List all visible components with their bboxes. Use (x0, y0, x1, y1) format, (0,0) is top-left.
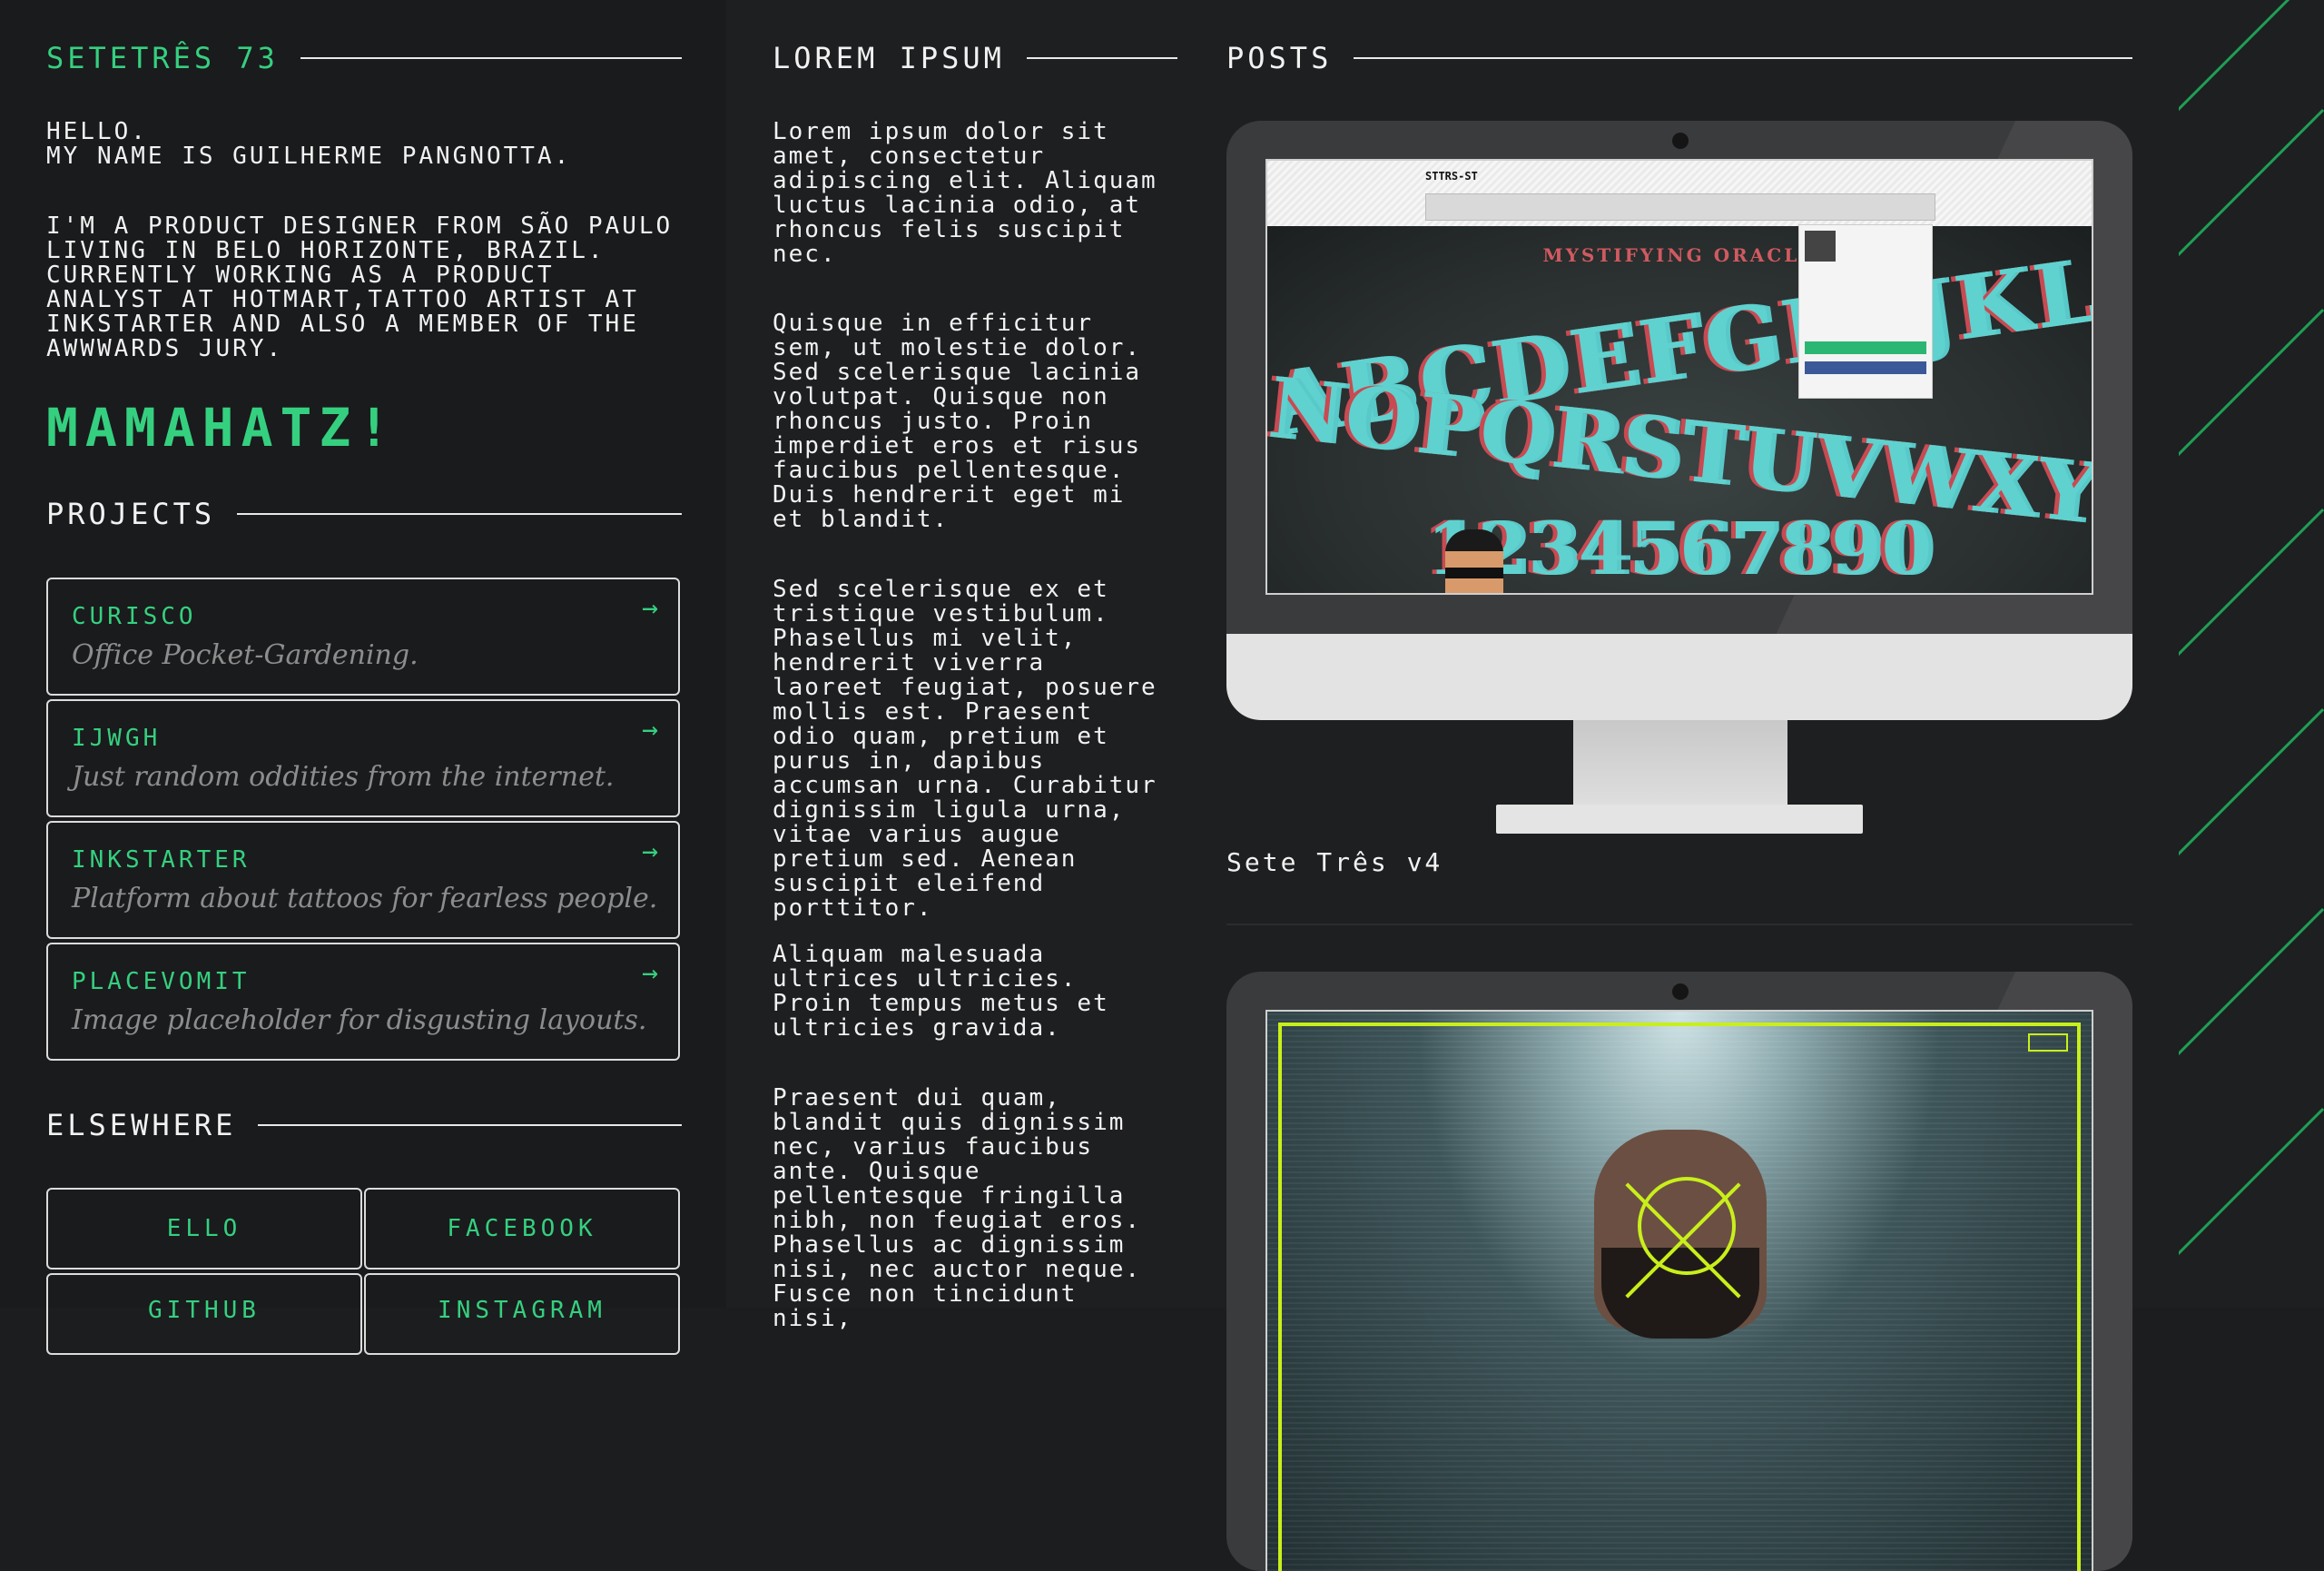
site-title-header: SETETRÊS 73 (46, 41, 682, 75)
link-facebook[interactable]: FACEBOOK (364, 1188, 680, 1270)
monitor-chin (1226, 634, 2132, 720)
greeting-line-1: HELLO. (46, 118, 148, 145)
lorem-header: LOREM IPSUM (773, 41, 1177, 75)
post-thumbnail-1[interactable]: MYSTIFYING ORACLE ABCDEFGHIJKLM NOPQRSTU… (1226, 121, 2132, 838)
arrow-right-icon: → (641, 835, 658, 867)
stripe (2179, 0, 2324, 114)
monitor-bezel: MYSTIFYING ORACLE ABCDEFGHIJKLM NOPQRSTU… (1226, 121, 2132, 720)
project-name: IJWGH (72, 725, 162, 752)
browser-tabs (1425, 193, 1935, 221)
posts-heading: POSTS (1226, 41, 1333, 75)
browser-chrome: STTRS-ST (1267, 161, 2092, 226)
divider (237, 513, 682, 515)
post-thumbnail-2[interactable] (1226, 972, 2132, 1571)
project-card-placevomit[interactable]: PLACEVOMIT Image placeholder for disgust… (46, 943, 680, 1061)
project-card-ijwgh[interactable]: IJWGH Just random oddities from the inte… (46, 699, 680, 817)
arrow-right-icon: → (641, 714, 658, 746)
project-name: CURISCO (72, 603, 197, 630)
projects-heading: PROJECTS (46, 497, 216, 531)
avatar-glasses (1445, 568, 1503, 578)
lorem-paragraph-4: Aliquam malesuada ultrices ultricies. Pr… (773, 941, 1109, 1042)
project-card-curisco[interactable]: CURISCO Office Pocket-Gardening. → (46, 578, 680, 696)
avatar-hair (1445, 529, 1503, 553)
camera-icon (1672, 133, 1689, 149)
elsewhere-heading: ELSEWHERE (46, 1108, 237, 1142)
lorem-paragraph-1: Lorem ipsum dolor sit amet, consectetur … (773, 118, 1157, 268)
divider (258, 1124, 682, 1126)
camera-icon (1672, 983, 1689, 1000)
lorem-paragraph-5: Praesent dui quam, blandit quis dignissi… (773, 1084, 1142, 1332)
arrow-right-icon: → (641, 592, 658, 624)
link-instagram[interactable]: INSTAGRAM (364, 1273, 680, 1355)
project-description: Office Pocket-Gardening. (72, 639, 419, 671)
stripe (2179, 708, 2324, 858)
post-title[interactable]: Sete Três v4 (1226, 847, 1443, 877)
profile-popup (1798, 224, 1933, 399)
brand-name: MAMAHATZ! (46, 397, 398, 459)
divider (300, 57, 682, 59)
screen-frame (1278, 1023, 2081, 1571)
project-description: Platform about tattoos for fearless peop… (72, 883, 658, 914)
elsewhere-links: ELLO FACEBOOK GITHUB INSTAGRAM (46, 1188, 682, 1355)
popup-button-facebook (1805, 361, 1926, 374)
greeting: HELLO. MY NAME IS GUILHERME PANGNOTTA. (46, 120, 682, 169)
greeting-line-2: MY NAME IS GUILHERME PANGNOTTA. (46, 143, 572, 170)
stripe (2179, 109, 2324, 259)
project-name: PLACEVOMIT (72, 968, 251, 995)
project-description: Just random oddities from the internet. (72, 761, 615, 793)
post-screenshot: MYSTIFYING ORACLE ABCDEFGHIJKLM NOPQRSTU… (1265, 159, 2093, 595)
divider (1026, 57, 1177, 59)
monitor-bezel (1226, 972, 2132, 1571)
link-ello[interactable]: ELLO (46, 1188, 362, 1270)
divider (1354, 57, 2132, 59)
post-screenshot (1265, 1010, 2093, 1571)
project-name: INKSTARTER (72, 846, 251, 874)
lorem-paragraph-2: Quisque in efficitur sem, ut molestie do… (773, 310, 1142, 533)
lorem-paragraph-3: Sed scelerisque ex et tristique vestibul… (773, 576, 1157, 922)
posts-header: POSTS (1226, 41, 2132, 75)
corner-tag (2028, 1033, 2068, 1052)
about-text: I'M A PRODUCT DESIGNER FROM SÃO PAULO LI… (46, 212, 674, 362)
avatar-beard (1442, 593, 1507, 595)
project-card-inkstarter[interactable]: INKSTARTER Platform about tattoos for fe… (46, 821, 680, 939)
stripe (2179, 1108, 2324, 1258)
arrow-right-icon: → (641, 957, 658, 989)
stripe (2179, 509, 2324, 658)
browser-logo: STTRS-ST (1425, 170, 1478, 183)
link-github[interactable]: GITHUB (46, 1273, 362, 1355)
projects-list: CURISCO Office Pocket-Gardening. → IJWGH… (46, 578, 680, 1064)
site-title[interactable]: SETETRÊS 73 (46, 41, 279, 75)
monitor-stand (1573, 720, 1787, 805)
lorem-heading: LOREM IPSUM (773, 41, 1005, 75)
monitor-base (1496, 805, 1863, 834)
elsewhere-header: ELSEWHERE (46, 1108, 682, 1142)
decorative-stripes (2179, 0, 2324, 1308)
board-numbers: 1234567890 (1426, 506, 1933, 591)
stripe (2179, 908, 2324, 1058)
popup-button-green (1805, 341, 1926, 354)
pixel-avatar (1429, 529, 1520, 595)
post-divider (1226, 924, 2132, 925)
stripe (2179, 309, 2324, 459)
project-description: Image placeholder for disgusting layouts… (72, 1004, 647, 1036)
projects-header: PROJECTS (46, 497, 682, 531)
ouija-board-image: MYSTIFYING ORACLE ABCDEFGHIJKLM NOPQRSTU… (1267, 224, 2092, 595)
popup-avatar (1805, 231, 1836, 262)
